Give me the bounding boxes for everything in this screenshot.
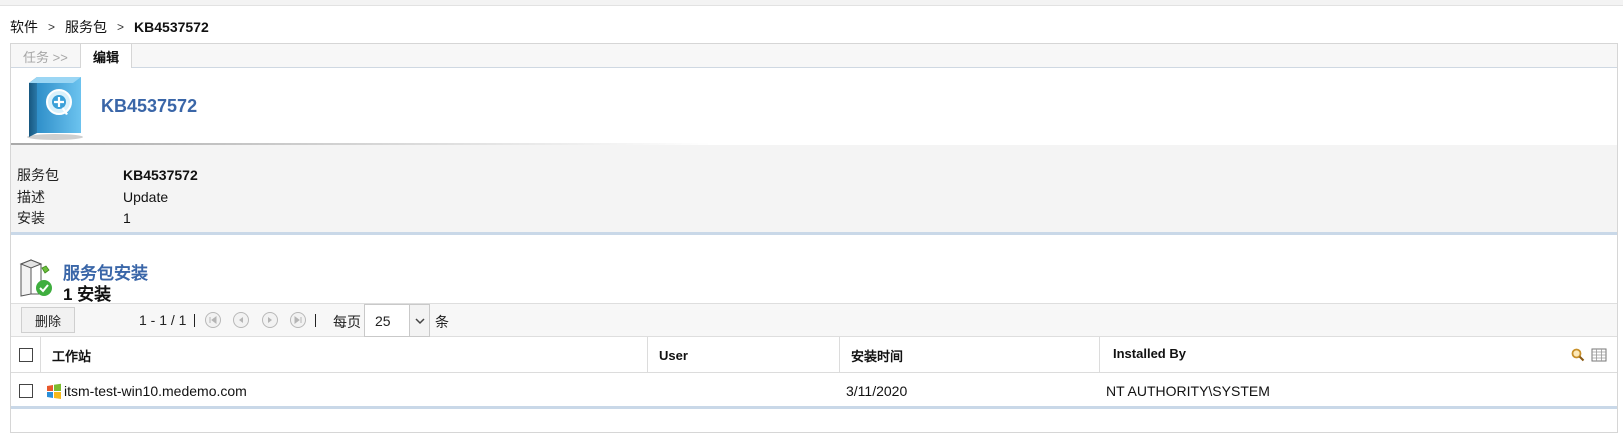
installations-header: 服务包安装 1 安装: [11, 258, 1617, 304]
property-row-service-pack: 服务包 KB4537572: [17, 165, 198, 185]
column-chooser-icon[interactable]: [1591, 348, 1607, 362]
per-page-select[interactable]: 25: [364, 304, 430, 337]
last-page-icon[interactable]: [290, 312, 306, 328]
workstation-link[interactable]: itsm-test-win10.medemo.com: [64, 383, 247, 399]
table-header: 工作站 User 安装时间 Installed By: [11, 337, 1617, 373]
breadcrumb-separator: >: [117, 20, 125, 34]
header-select-cell: [11, 337, 41, 373]
previous-page-icon[interactable]: [233, 312, 249, 328]
product-title: KB4537572: [101, 96, 198, 116]
action-tab-bar: 任务 >> 编辑: [11, 44, 1617, 68]
breadcrumb-software[interactable]: 软件: [10, 17, 38, 37]
per-page-value: 25: [375, 313, 391, 329]
column-install-time[interactable]: 安装时间: [840, 337, 1100, 373]
row-select-cell: [11, 373, 41, 409]
column-installed-by[interactable]: Installed By: [1100, 337, 1480, 373]
installation-check-icon: [19, 259, 52, 297]
per-page-label: 每页: [333, 314, 361, 330]
section-count: 1 安装: [63, 285, 112, 304]
column-workstation[interactable]: 工作站: [41, 337, 648, 373]
cell-installed-by: NT AUTHORITY\SYSTEM: [1106, 383, 1270, 399]
property-value: KB4537572: [123, 167, 198, 183]
header-tools: [1571, 348, 1607, 362]
detail-panel: 任务 >> 编辑 KB4537572 服务包 KB4537572 描述 Upda…: [10, 43, 1618, 433]
column-user[interactable]: User: [648, 337, 840, 373]
property-label: 安装: [17, 210, 45, 226]
cell-install-time: 3/11/2020: [846, 383, 908, 399]
first-page-icon[interactable]: [205, 312, 221, 328]
windows-computer-icon: [47, 383, 61, 399]
chevron-down-icon[interactable]: [409, 305, 429, 336]
software-box-icon: [27, 77, 83, 140]
breadcrumb: 软件 > 服务包 > KB4537572: [10, 17, 209, 37]
top-border: [0, 0, 1623, 6]
breadcrumb-current: KB4537572: [134, 19, 209, 35]
table-row[interactable]: itsm-test-win10.medemo.com 3/11/2020 NT …: [11, 373, 1617, 409]
pagination-divider: [315, 314, 316, 327]
pagination-divider: [194, 314, 195, 327]
breadcrumb-service-pack[interactable]: 服务包: [65, 17, 107, 37]
properties-section: 服务包 KB4537572 描述 Update 安装 1: [11, 145, 1617, 235]
property-value: Update: [123, 189, 169, 205]
delete-button[interactable]: 删除: [21, 307, 75, 333]
pagination-range: 1 - 1 / 1: [139, 312, 187, 328]
select-all-checkbox[interactable]: [18, 348, 33, 362]
search-icon[interactable]: [1571, 348, 1585, 362]
cell-workstation: itsm-test-win10.medemo.com: [45, 373, 645, 409]
property-label: 服务包: [17, 167, 59, 183]
property-row-installs: 安装 1: [17, 208, 131, 228]
next-page-icon[interactable]: [262, 312, 278, 328]
tab-tasks[interactable]: 任务 >>: [11, 44, 81, 68]
table-toolbar: 删除 1 - 1 / 1 每页 25 条: [11, 303, 1617, 337]
property-value: 1: [123, 210, 131, 226]
property-row-description: 描述 Update: [17, 187, 168, 207]
property-label: 描述: [17, 189, 45, 205]
breadcrumb-separator: >: [48, 20, 56, 34]
cell-user: [659, 373, 839, 409]
product-header: KB4537572: [11, 69, 1617, 145]
tab-edit[interactable]: 编辑: [81, 44, 133, 68]
per-page-unit: 条: [435, 314, 449, 330]
row-checkbox[interactable]: [19, 384, 33, 398]
